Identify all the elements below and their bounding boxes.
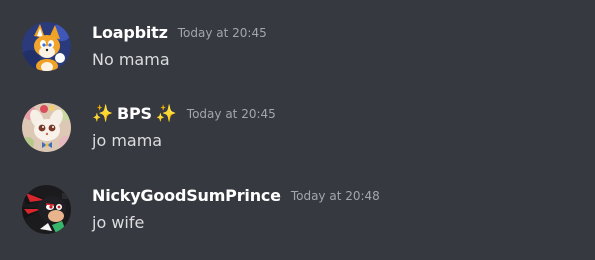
message-header: ✨ BPS ✨ Today at 20:45 bbox=[92, 104, 276, 126]
chat-message-list: Loapbitz Today at 20:45 No mama ✨ BPS ✨ … bbox=[0, 0, 595, 260]
tails-fox-avatar-image bbox=[22, 22, 71, 71]
username-text: BPS bbox=[116, 104, 152, 123]
message-header: Loapbitz Today at 20:45 bbox=[92, 23, 267, 45]
sparkles-icon: ✨ bbox=[92, 104, 113, 124]
timestamp: Today at 20:48 bbox=[290, 189, 380, 203]
username[interactable]: NickyGoodSumPrince bbox=[92, 186, 281, 205]
message-header: NickyGoodSumPrince Today at 20:48 bbox=[92, 186, 380, 208]
message-content: jo mama bbox=[92, 131, 163, 150]
shadow-hedgehog-avatar[interactable] bbox=[22, 185, 71, 234]
cream-rabbit-avatar[interactable] bbox=[22, 103, 71, 152]
cream-rabbit-avatar-image bbox=[22, 103, 71, 152]
username[interactable]: Loapbitz bbox=[92, 23, 168, 42]
chat-message: NickyGoodSumPrince Today at 20:48 jo wif… bbox=[0, 177, 595, 243]
tails-fox-avatar[interactable] bbox=[22, 22, 71, 71]
chat-message: Loapbitz Today at 20:45 No mama bbox=[0, 14, 595, 80]
timestamp: Today at 20:45 bbox=[177, 26, 267, 40]
message-content: jo wife bbox=[92, 213, 145, 232]
sparkles-icon: ✨ bbox=[155, 104, 177, 124]
timestamp: Today at 20:45 bbox=[186, 107, 276, 121]
shadow-hedgehog-avatar-image bbox=[22, 185, 71, 234]
message-content: No mama bbox=[92, 50, 170, 69]
username[interactable]: ✨ BPS ✨ bbox=[92, 104, 177, 124]
chat-message: ✨ BPS ✨ Today at 20:45 jo mama bbox=[0, 95, 595, 161]
